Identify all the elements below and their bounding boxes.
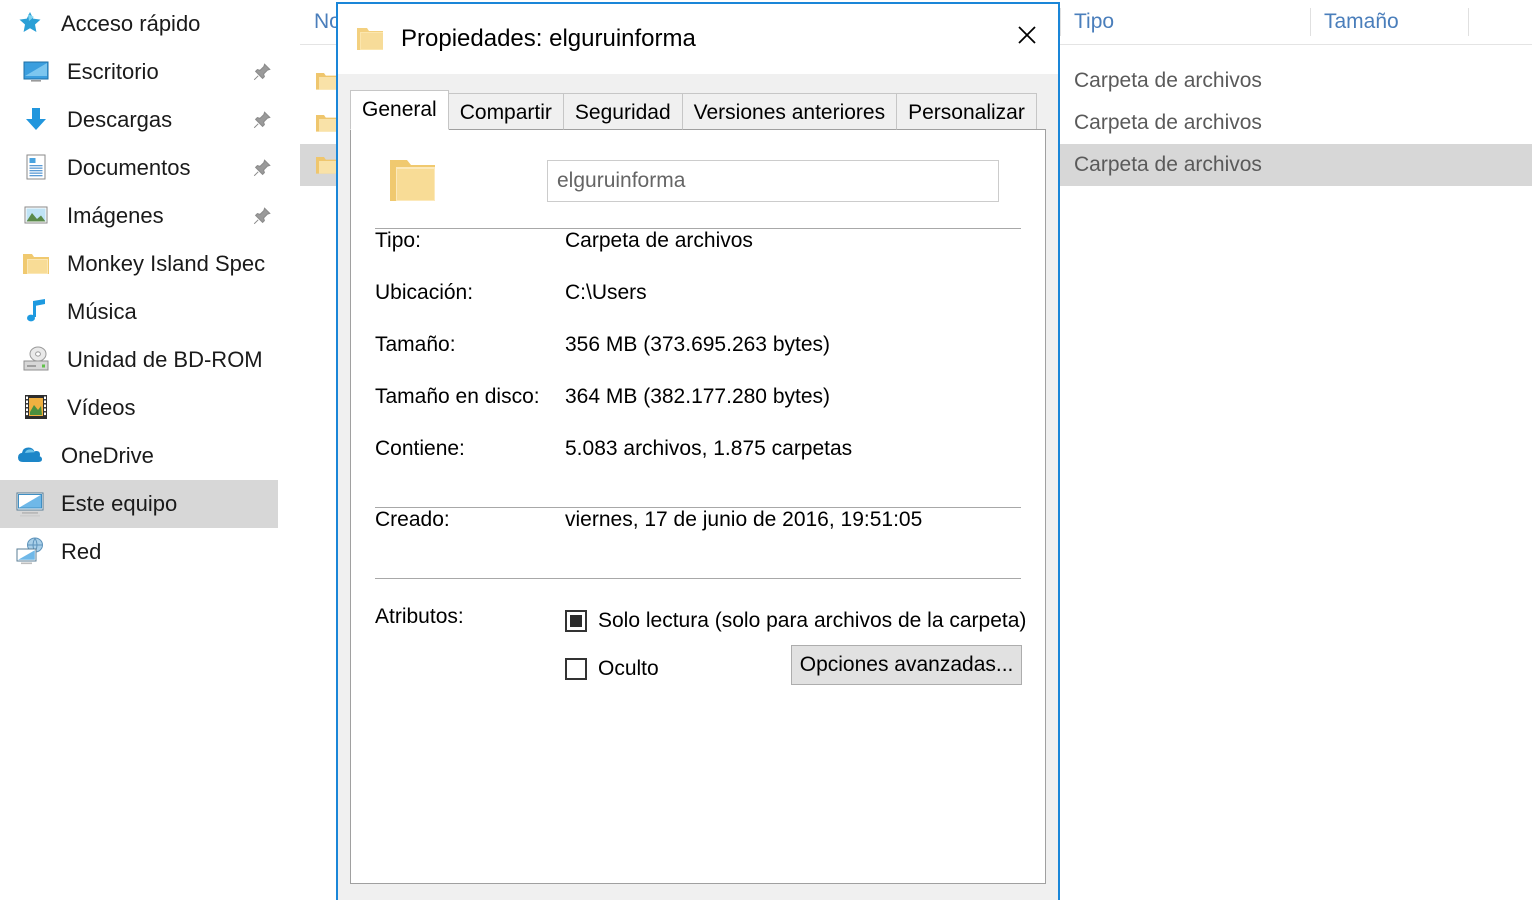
cloud-icon: [14, 440, 48, 472]
network-icon: [14, 536, 48, 568]
pin-icon[interactable]: [252, 206, 272, 226]
desktop-icon: [20, 56, 54, 88]
column-header-type[interactable]: Tipo: [1060, 0, 1114, 44]
computer-icon: [14, 488, 48, 520]
sidebar-item-label: Acceso rápido: [61, 11, 201, 36]
tab-strip-filler: [1035, 93, 1046, 130]
tab-personalizar[interactable]: Personalizar: [896, 93, 1037, 130]
sidebar-item-este-equipo[interactable]: Este equipo: [0, 480, 278, 528]
checkbox-hidden-label: Oculto: [598, 657, 659, 680]
tab-versiones-anteriores[interactable]: Versiones anteriores: [681, 93, 898, 130]
dialog-tab-strip: General Compartir Seguridad Versiones anter…: [350, 90, 1046, 130]
cell-type: Carpeta de archivos: [1074, 153, 1262, 176]
tab-panel-general: Tipo: Carpeta de archivos Ubicación: C:\Use…: [350, 130, 1046, 884]
cell-type: Carpeta de archivos: [1074, 69, 1262, 92]
column-divider[interactable]: [1060, 8, 1061, 36]
property-value: 364 MB (382.177.280 bytes): [565, 385, 831, 408]
property-label: Contiene:: [375, 437, 465, 460]
attributes-controls: Solo lectura (solo para archivos de la c…: [565, 597, 1026, 693]
sidebar-item-label: Unidad de BD-ROM: [67, 347, 263, 372]
property-row: Contiene: 5.083 archivos, 1.875 carpetas: [375, 437, 1021, 489]
cell-type: Carpeta de archivos: [1074, 111, 1262, 134]
column-divider[interactable]: [1310, 8, 1311, 36]
attributes-label: Atributos:: [375, 605, 464, 628]
folder-name-header: [351, 130, 1045, 210]
document-icon: [20, 152, 54, 184]
sidebar-item-red[interactable]: Red: [0, 528, 300, 576]
sidebar-item-label: Documentos: [67, 155, 191, 180]
property-row: Tipo: Carpeta de archivos: [375, 229, 1021, 281]
checkbox-hidden-box[interactable]: [565, 658, 587, 680]
sidebar-item-unidad-de-bd-rom[interactable]: Unidad de BD-ROM: [0, 336, 300, 384]
close-icon[interactable]: [996, 4, 1058, 66]
star-icon: [14, 8, 48, 40]
folder-icon: [355, 25, 385, 53]
checkbox-readonly-label: Solo lectura (solo para archivos de la c…: [598, 609, 1027, 632]
sidebar-item-label: OneDrive: [61, 443, 154, 468]
pin-icon[interactable]: [252, 62, 272, 82]
sidebar-item-label: Monkey Island Spec: [67, 251, 266, 276]
dialog-title-bar: Propiedades: elguruinforma: [338, 4, 1058, 74]
screen: Acceso rápido Escritorio Descargas Document…: [0, 0, 1532, 900]
property-label: Tamaño en disco:: [375, 385, 540, 408]
properties-dialog: Propiedades: elguruinforma General Compar…: [336, 2, 1060, 900]
sidebar-item-escritorio[interactable]: Escritorio: [0, 48, 300, 96]
created-block: Creado: viernes, 17 de junio de 2016, 19…: [351, 508, 1045, 560]
tab-compartir[interactable]: Compartir: [447, 93, 564, 130]
column-header-size[interactable]: Tamaño: [1310, 0, 1399, 44]
property-row-created: Creado: viernes, 17 de junio de 2016, 19…: [375, 508, 1021, 560]
property-value: 5.083 archivos, 1.875 carpetas: [565, 437, 853, 460]
property-label: Creado:: [375, 508, 450, 531]
folder-icon: [20, 248, 54, 280]
properties-list: Tipo: Carpeta de archivos Ubicación: C:\Use…: [351, 229, 1045, 489]
folder-icon: [383, 152, 441, 210]
property-value: 356 MB (373.695.263 bytes): [565, 333, 831, 356]
dialog-title: Propiedades: elguruinforma: [401, 25, 696, 52]
sidebar-item-m-sica[interactable]: Música: [0, 288, 300, 336]
sidebar-item-label: Red: [61, 539, 102, 564]
picture-icon: [20, 200, 54, 232]
property-row: Tamaño en disco: 364 MB (382.177.280 byte…: [375, 385, 1021, 437]
download-arrow-icon: [20, 104, 54, 136]
pin-icon[interactable]: [252, 110, 272, 130]
advanced-options-button[interactable]: Opciones avanzadas...: [790, 645, 1023, 685]
sidebar-item-documentos[interactable]: Documentos: [0, 144, 300, 192]
property-value: Carpeta de archivos: [565, 229, 753, 252]
sidebar-item-im-genes[interactable]: Imágenes: [0, 192, 300, 240]
sidebar-item-descargas[interactable]: Descargas: [0, 96, 300, 144]
sidebar-item-label: Este equipo: [61, 491, 178, 516]
property-value: C:\Users: [565, 281, 647, 304]
video-film-icon: [20, 392, 54, 424]
property-label: Tipo:: [375, 229, 421, 252]
tab-seguridad[interactable]: Seguridad: [562, 93, 683, 130]
sidebar-item-onedrive[interactable]: OneDrive: [0, 432, 300, 480]
sidebar-item-label: Descargas: [67, 107, 173, 132]
divider-bottom: [375, 578, 1021, 579]
sidebar-item-label: Imágenes: [67, 203, 164, 228]
attributes-section: Atributos: Solo lectura (solo para archi…: [351, 597, 1045, 693]
tab-general[interactable]: General: [350, 90, 449, 130]
folder-name-input[interactable]: [547, 160, 999, 202]
sidebar-item-label: Vídeos: [67, 395, 136, 420]
property-label: Ubicación:: [375, 281, 474, 304]
music-note-icon: [20, 296, 54, 328]
property-value: viernes, 17 de junio de 2016, 19:51:05: [565, 508, 923, 531]
checkbox-readonly-box[interactable]: [565, 610, 587, 632]
sidebar-item-label: Música: [67, 299, 137, 324]
pin-icon[interactable]: [252, 158, 272, 178]
sidebar-item-label: Escritorio: [67, 59, 159, 84]
sidebar-item-monkey-island-spec[interactable]: Monkey Island Spec: [0, 240, 300, 288]
property-row: Ubicación: C:\Users: [375, 281, 1021, 333]
navigation-pane: Acceso rápido Escritorio Descargas Document…: [0, 0, 300, 900]
sidebar-item-v-deos[interactable]: Vídeos: [0, 384, 300, 432]
property-label: Tamaño:: [375, 333, 456, 356]
sidebar-item-acceso-r-pido[interactable]: Acceso rápido: [0, 0, 300, 48]
column-divider[interactable]: [1468, 8, 1469, 36]
optical-drive-icon: [20, 344, 54, 376]
checkbox-readonly[interactable]: Solo lectura (solo para archivos de la c…: [565, 597, 1026, 645]
property-row: Tamaño: 356 MB (373.695.263 bytes): [375, 333, 1021, 385]
